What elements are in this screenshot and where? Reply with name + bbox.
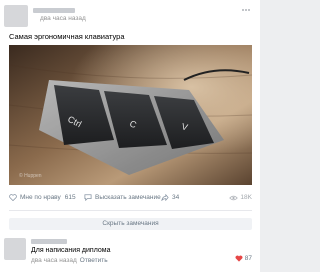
views-count: 18K [240,194,252,201]
share-count: 34 [172,194,180,201]
share-button[interactable]: 34 [161,194,179,201]
like-label: Мне по нраву [20,194,61,201]
comment-button[interactable]: Высказать замечание [84,194,161,201]
post-actions-bar: Мне по нраву 615 Высказать замечание 34 … [9,194,252,206]
comment-author-name-redacted[interactable] [31,239,67,244]
keyboard-photo: Ctrl C V [9,45,252,185]
comment-author-avatar[interactable] [4,238,26,260]
comment-meta: два часа назад Ответить [31,257,108,264]
comment-text: Для написания диплома [31,247,111,254]
eye-icon [229,195,239,200]
heart-icon [9,194,17,201]
like-count: 615 [64,194,76,201]
comment-time[interactable]: два часа назад [31,257,77,264]
comment-like-count: 87 [244,255,252,262]
views-counter: 18K [229,194,252,201]
share-icon [161,194,169,201]
heart-filled-icon [235,255,243,262]
post-photo[interactable]: Ctrl C V © Huppen [9,45,252,185]
post-text: Самая эргономичная клавиатура [9,32,125,41]
reply-button[interactable]: Ответить [80,257,108,264]
comment-bubble-icon [84,194,92,201]
post-card: два часа назад Самая эргономичная клавиа… [0,0,260,272]
photo-watermark: © Huppen [19,173,42,179]
author-name-redacted[interactable] [33,8,75,13]
author-avatar[interactable] [4,5,28,27]
like-button[interactable]: Мне по нраву 615 [9,194,76,201]
comment-like-button[interactable]: 87 [235,255,252,262]
more-options-icon[interactable] [242,6,252,12]
hide-comments-button[interactable]: Скрыть замечания [9,218,252,230]
comment-label: Высказать замечание [95,194,161,201]
post-time[interactable]: два часа назад [40,15,86,22]
actions-divider [9,210,252,211]
